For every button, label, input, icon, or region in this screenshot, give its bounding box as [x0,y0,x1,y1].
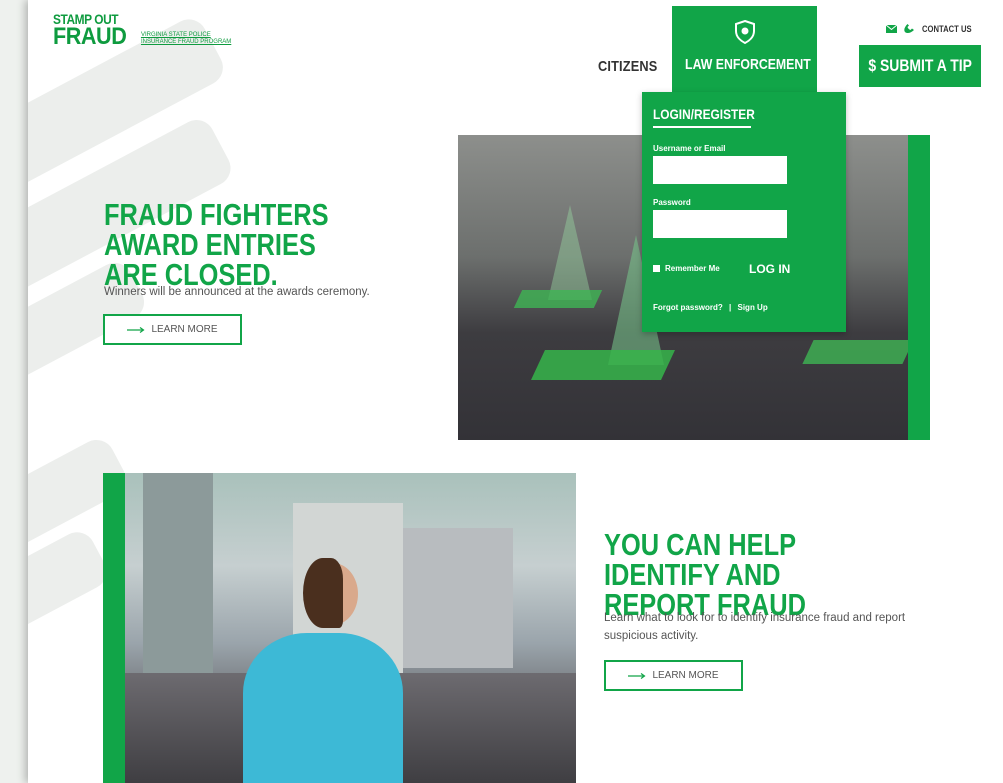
login-title-underline [653,126,751,128]
logo-main-text: FRAUD [53,23,127,50]
page: STAMP OUT FRAUD VIRGINIA STATE POLICE IN… [28,0,1003,783]
hero1-text: Winners will be announced at the awards … [104,286,370,298]
nav-law-enforcement[interactable]: LAW ENFORCEMENT [672,6,817,92]
trophy-shape [548,205,592,300]
hero2-text: Learn what to look for to identify insur… [604,612,906,642]
building [403,528,513,668]
hero1-title: FRAUD FIGHTERS AWARD ENTRIES ARE CLOSED. [104,197,329,292]
runner-hair [303,558,343,628]
envelope-icon [886,25,897,33]
trophy-base [802,340,914,364]
logo-subtitle: VIRGINIA STATE POLICE INSURANCE FRAUD PR… [141,32,231,46]
phone-icon [904,24,914,34]
hero1-learn-more-label: LEARN MORE [151,324,218,335]
sign-up-link[interactable]: Sign Up [738,303,768,312]
trophy-base [531,350,675,380]
login-button[interactable]: LOG IN [749,262,790,276]
login-links: Forgot password? | Sign Up [653,303,768,312]
logo-subtitle-line-1: VIRGINIA STATE POLICE [140,32,211,38]
site-logo[interactable]: STAMP OUT FRAUD VIRGINIA STATE POLICE IN… [53,12,231,49]
arrow-right-icon [628,672,646,679]
building [143,473,213,673]
password-input[interactable] [653,210,787,238]
remember-me-checkbox[interactable]: Remember Me [653,264,720,273]
nav-citizens[interactable]: CITIZENS [598,58,657,75]
username-label: Username or Email [653,144,726,153]
login-dropdown: LOGIN/REGISTER Username or Email Passwor… [642,92,846,332]
background-shape [28,525,113,655]
login-title: LOGIN/REGISTER [653,106,755,122]
password-label: Password [653,198,691,207]
submit-tip-button[interactable]: $ SUBMIT A TIP [859,45,981,87]
logo-subtitle-line-2: INSURANCE FRAUD PROGRAM [140,39,232,45]
trophy-base [513,290,603,308]
submit-tip-label: $ SUBMIT A TIP [868,56,972,75]
photo2-accent-bar [103,473,125,783]
remember-me-label: Remember Me [665,264,720,273]
forgot-password-link[interactable]: Forgot password? [653,303,723,312]
hero2-title: YOU CAN HELP IDENTIFY AND REPORT FRAUD [604,527,806,622]
link-separator: | [729,303,732,312]
runner-jacket [243,633,403,783]
hero1-learn-more-button[interactable]: LEARN MORE [103,314,242,345]
nav-law-enforcement-label: LAW ENFORCEMENT [685,56,811,73]
hero2-learn-more-button[interactable]: LEARN MORE [604,660,743,691]
username-input[interactable] [653,156,787,184]
hero2-learn-more-label: LEARN MORE [652,670,719,681]
checkbox-box [653,265,660,272]
shield-icon [734,20,755,44]
woman-runner-photo [103,473,576,783]
contact-us-label: CONTACT US [922,24,972,34]
arrow-right-icon [127,326,145,333]
photo1-accent-bar [908,135,930,440]
contact-us-link[interactable]: CONTACT US [886,24,980,34]
